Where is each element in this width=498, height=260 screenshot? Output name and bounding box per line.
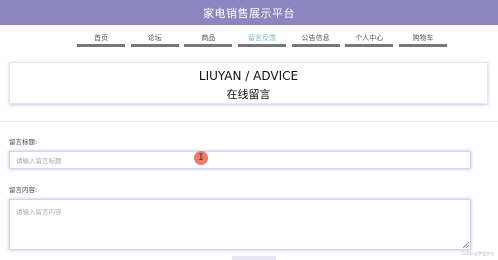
content-field-label: 留言内容: (9, 186, 38, 194)
nav-item-feedback[interactable]: 留言反馈 (237, 31, 286, 47)
site-title: 家电销售展示平台 (203, 6, 295, 20)
content-textarea[interactable]: 请输入留言内容 (9, 199, 471, 250)
title-input[interactable]: 请输入留言标题 (9, 151, 471, 169)
main-nav: 首页 论坛 商品 留言反馈 公告信息 个人中心 购物车 (77, 31, 447, 49)
page-header-card: LIUYAN / ADVICE 在线留言 (9, 62, 488, 104)
nav-item-products[interactable]: 商品 (184, 31, 233, 47)
nav-item-profile[interactable]: 个人中心 (345, 31, 394, 47)
page-title-cn: 在线留言 (226, 88, 271, 101)
submit-button[interactable] (232, 256, 276, 260)
title-input-placeholder: 请输入留言标题 (16, 157, 62, 165)
title-bar: 家电销售展示平台 (0, 0, 498, 25)
nav-item-forum[interactable]: 论坛 (130, 31, 179, 47)
page-title-en: LIUYAN / ADVICE (198, 69, 299, 83)
nav-item-announcements[interactable]: 公告信息 (291, 31, 340, 47)
watermark: CSDN @梦里逆光 (461, 251, 494, 256)
text-cursor-icon: I (194, 151, 208, 165)
content-textarea-placeholder: 请输入留言内容 (16, 208, 62, 216)
nav-item-home[interactable]: 首页 (77, 31, 125, 47)
resize-handle-icon[interactable] (463, 242, 469, 248)
nav-item-cart[interactable]: 购物车 (398, 31, 447, 47)
title-field-label: 留言标题: (9, 138, 38, 146)
page: 家电销售展示平台 首页 论坛 商品 留言反馈 公告信息 个人中心 购物车 LIU… (0, 0, 498, 260)
